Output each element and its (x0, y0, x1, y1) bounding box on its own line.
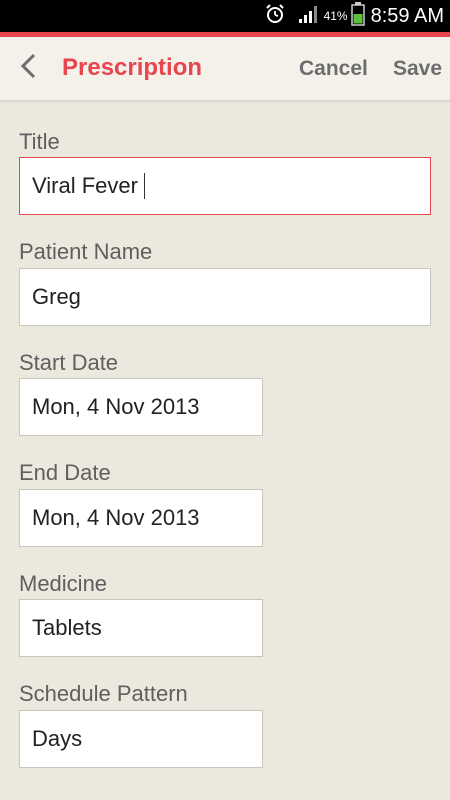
medicine-value: Tablets (32, 615, 102, 640)
text-caret (143, 173, 145, 199)
signal-icon (298, 4, 320, 29)
battery-percent: 41% (323, 9, 348, 23)
patient-name-input[interactable]: Greg (19, 268, 431, 326)
schedule-pattern-value: Days (32, 726, 83, 751)
cancel-button[interactable]: Cancel (299, 57, 368, 81)
title-input-value: Viral Fever (32, 173, 138, 198)
start-date-label: Start Date (19, 350, 119, 375)
start-date-value: Mon, 4 Nov 2013 (32, 394, 200, 419)
patient-name-input-value: Greg (32, 284, 81, 309)
back-button[interactable] (14, 51, 44, 85)
start-date-picker[interactable]: Mon, 4 Nov 2013 (19, 378, 263, 436)
end-date-picker[interactable]: Mon, 4 Nov 2013 (19, 489, 263, 547)
schedule-pattern-label: Schedule Pattern (19, 681, 188, 706)
title-label: Title (19, 129, 60, 154)
status-icons: 41% 8:59 AM (264, 0, 444, 32)
battery-icon (350, 1, 365, 31)
end-date-label: End Date (19, 460, 111, 485)
status-time: 8:59 AM (370, 4, 444, 27)
medicine-select[interactable]: Tablets (19, 599, 263, 657)
page-title: Prescription (62, 54, 203, 81)
chevron-left-icon (20, 53, 38, 84)
medicine-label: Medicine (19, 571, 108, 596)
action-bar: Prescription Cancel Save (0, 37, 450, 101)
alarm-icon (264, 3, 286, 30)
status-bar: 41% 8:59 AM (0, 0, 450, 32)
save-button[interactable]: Save (393, 57, 442, 81)
end-date-value: Mon, 4 Nov 2013 (32, 505, 200, 530)
prescription-form: Title Viral Fever Patient Name Greg Star… (0, 101, 450, 800)
title-input[interactable]: Viral Fever (19, 157, 431, 215)
schedule-pattern-select[interactable]: Days (19, 710, 263, 768)
patient-name-label: Patient Name (19, 239, 153, 264)
